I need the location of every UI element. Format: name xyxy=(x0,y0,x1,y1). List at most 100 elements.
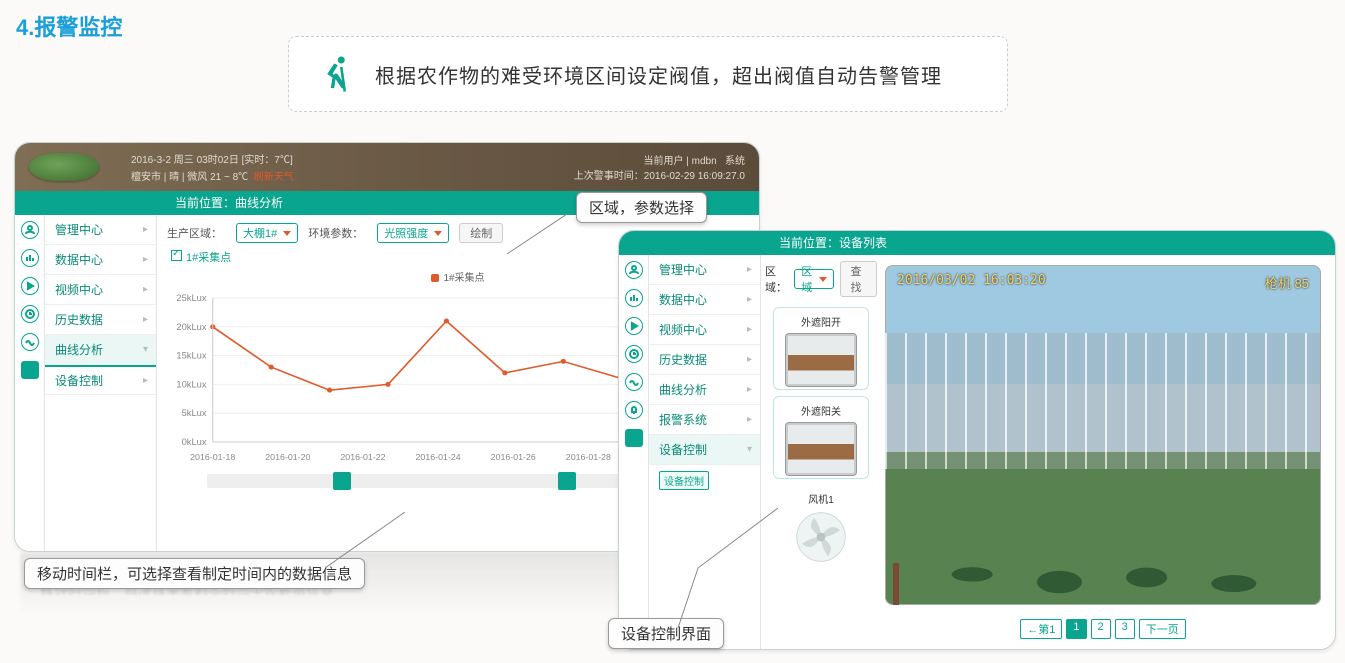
svg-text:2016-01-18: 2016-01-18 xyxy=(190,452,235,462)
rail-icon-user[interactable] xyxy=(21,221,39,239)
region-dropdown[interactable]: 大棚1# xyxy=(236,223,298,243)
header-right-block: 当前用户 | mdbn 系统 上次警事时间：2016-02-29 16:09:2… xyxy=(574,152,745,182)
pager-page-1[interactable]: 1 xyxy=(1066,619,1086,639)
section-title: 4.报警监控 xyxy=(16,10,122,42)
param-label: 环境参数： xyxy=(308,225,363,241)
chevron-icon: ▾ xyxy=(747,444,752,455)
device-card-shade-close[interactable]: 外遮阳关 xyxy=(773,396,869,479)
header-date: 2016-3-2 周三 03时02日 [实时：7℃] xyxy=(131,151,294,166)
sidebar-item-device[interactable]: 设备控制▸ xyxy=(45,365,156,395)
chevron-icon: ▸ xyxy=(143,314,148,325)
callout-region-params: 区域，参数选择 xyxy=(576,192,707,223)
rail-icon-clock[interactable] xyxy=(21,305,39,323)
rail-icon-bell[interactable] xyxy=(625,401,643,419)
region-label: 生产区域： xyxy=(167,225,222,241)
rail-icon-user[interactable] xyxy=(625,261,643,279)
rail-icon-wave[interactable] xyxy=(625,373,643,391)
header-center-block: 2016-3-2 周三 03时02日 [实时：7℃] 檀安市 | 晴 | 微风 … xyxy=(131,151,294,183)
hiker-icon xyxy=(315,53,357,95)
checkbox-icon xyxy=(171,250,182,261)
sidebar-item-video[interactable]: 视频中心▸ xyxy=(45,275,156,305)
dropdown-caret-icon xyxy=(434,231,442,236)
camera-feed[interactable]: 2016/03/02 16:03:20 枪机 85 xyxy=(885,265,1321,605)
slider-handle-right[interactable] xyxy=(558,472,576,490)
camera-label: 枪机 85 xyxy=(1265,273,1309,292)
hvac-unit-icon xyxy=(785,422,857,476)
description-text: 根据农作物的难受环境区间设定阀值，超出阀值自动告警管理 xyxy=(375,60,942,89)
device-card-shade-open[interactable]: 外遮阳开 xyxy=(773,307,869,390)
chevron-icon: ▸ xyxy=(747,414,752,425)
legend-swatch-icon xyxy=(431,274,439,282)
callout-timebar: 移动时间栏，可选择查看制定时间内的数据信息 xyxy=(24,558,365,589)
pager-page-3[interactable]: 3 xyxy=(1115,619,1135,639)
device-list: 区域： 区域 查找 外遮阳开 外遮阳关 风机1 xyxy=(761,255,881,649)
sidebar-item-device[interactable]: 设备控制▾ xyxy=(649,435,760,465)
breadcrumb-b: 当前位置：设备列表 xyxy=(619,231,1335,255)
header-area: 檀安市 | 晴 | 微风 21 ~ 8℃ xyxy=(131,172,248,183)
camera-area: 2016/03/02 16:03:20 枪机 85 ←第1 1 2 3 下一页 xyxy=(881,255,1335,649)
chevron-icon: ▸ xyxy=(143,254,148,265)
logo-leaf-icon xyxy=(29,153,99,181)
svg-text:5kLux: 5kLux xyxy=(182,408,207,418)
app-header-a: 2016-3-2 周三 03时02日 [实时：7℃] 檀安市 | 晴 | 微风 … xyxy=(15,143,759,191)
icon-rail-a xyxy=(15,215,45,551)
svg-text:2016-01-26: 2016-01-26 xyxy=(491,452,536,462)
draw-button[interactable]: 绘制 xyxy=(459,223,503,243)
region-label-b: 区域： xyxy=(765,263,788,295)
sidebar-item-curve[interactable]: 曲线分析▸ xyxy=(649,375,760,405)
chevron-icon: ▸ xyxy=(747,324,752,335)
device-card-fan1[interactable]: 风机1 xyxy=(773,485,869,566)
param-dropdown[interactable]: 光照强度 xyxy=(377,223,449,243)
chevron-icon: ▾ xyxy=(143,344,148,355)
refresh-weather-link[interactable]: 刷新天气 xyxy=(254,172,294,183)
svg-text:20kLux: 20kLux xyxy=(176,322,207,332)
slider-handle-left[interactable] xyxy=(333,472,351,490)
find-button[interactable]: 查找 xyxy=(840,261,877,297)
rail-icon-bars[interactable] xyxy=(21,249,39,267)
sidebar-item-manage[interactable]: 管理中心▸ xyxy=(649,255,760,285)
chevron-icon: ▸ xyxy=(747,354,752,365)
current-user: 当前用户 | mdbn xyxy=(643,156,716,167)
sidebar-item-data[interactable]: 数据中心▸ xyxy=(649,285,760,315)
sidebar-item-data[interactable]: 数据中心▸ xyxy=(45,245,156,275)
callout-device-ui: 设备控制界面 xyxy=(608,618,724,649)
chevron-icon: ▸ xyxy=(143,224,148,235)
sidebar-item-alarm[interactable]: 报警系统▸ xyxy=(649,405,760,435)
svg-text:2016-01-20: 2016-01-20 xyxy=(265,452,310,462)
region-dropdown-b[interactable]: 区域 xyxy=(794,269,833,289)
svg-text:10kLux: 10kLux xyxy=(176,380,207,390)
camera-timestamp: 2016/03/02 16:03:20 xyxy=(897,273,1046,288)
fan-icon xyxy=(794,510,848,564)
pager-next[interactable]: 下一页 xyxy=(1139,619,1186,639)
sidebar-b: 管理中心▸ 数据中心▸ 视频中心▸ 历史数据▸ 曲线分析▸ 报警系统▸ 设备控制… xyxy=(649,255,761,649)
dropdown-caret-icon xyxy=(819,277,827,282)
pager-first[interactable]: ←第1 xyxy=(1020,619,1062,639)
svg-text:0kLux: 0kLux xyxy=(182,437,207,447)
pager-page-2[interactable]: 2 xyxy=(1091,619,1111,639)
svg-text:2016-01-28: 2016-01-28 xyxy=(566,452,611,462)
sidebar-item-history[interactable]: 历史数据▸ xyxy=(649,345,760,375)
chevron-icon: ▸ xyxy=(143,284,148,295)
panel-device-control: 当前位置：设备列表 管理中心▸ 数据中心▸ 视频中心▸ 历史数据▸ 曲线分析▸ … xyxy=(618,230,1336,650)
svg-text:15kLux: 15kLux xyxy=(176,351,207,361)
pager: ←第1 1 2 3 下一页 xyxy=(885,619,1321,639)
sidebar-item-manage[interactable]: 管理中心▸ xyxy=(45,215,156,245)
rail-icon-play[interactable] xyxy=(21,277,39,295)
rail-icon-bars[interactable] xyxy=(625,289,643,307)
sidebar-item-curve[interactable]: 曲线分析▾ xyxy=(45,335,156,365)
sidebar-item-history[interactable]: 历史数据▸ xyxy=(45,305,156,335)
sidebar-a: 管理中心▸ 数据中心▸ 视频中心▸ 历史数据▸ 曲线分析▾ 设备控制▸ xyxy=(45,215,157,551)
rail-icon-wave[interactable] xyxy=(21,333,39,351)
device-sub-link[interactable]: 设备控制 xyxy=(659,471,709,490)
rail-icon-active[interactable] xyxy=(625,429,643,447)
rail-icon-active[interactable] xyxy=(21,361,39,379)
system-link[interactable]: 系统 xyxy=(725,156,745,167)
rail-icon-play[interactable] xyxy=(625,317,643,335)
dropdown-caret-icon xyxy=(283,231,291,236)
last-alarm-time: 上次警事时间：2016-02-29 16:09:27.0 xyxy=(574,167,745,182)
hvac-unit-icon xyxy=(785,333,857,387)
rail-icon-clock[interactable] xyxy=(625,345,643,363)
description-box: 根据农作物的难受环境区间设定阀值，超出阀值自动告警管理 xyxy=(288,36,1008,112)
chevron-icon: ▸ xyxy=(747,294,752,305)
sidebar-item-video[interactable]: 视频中心▸ xyxy=(649,315,760,345)
